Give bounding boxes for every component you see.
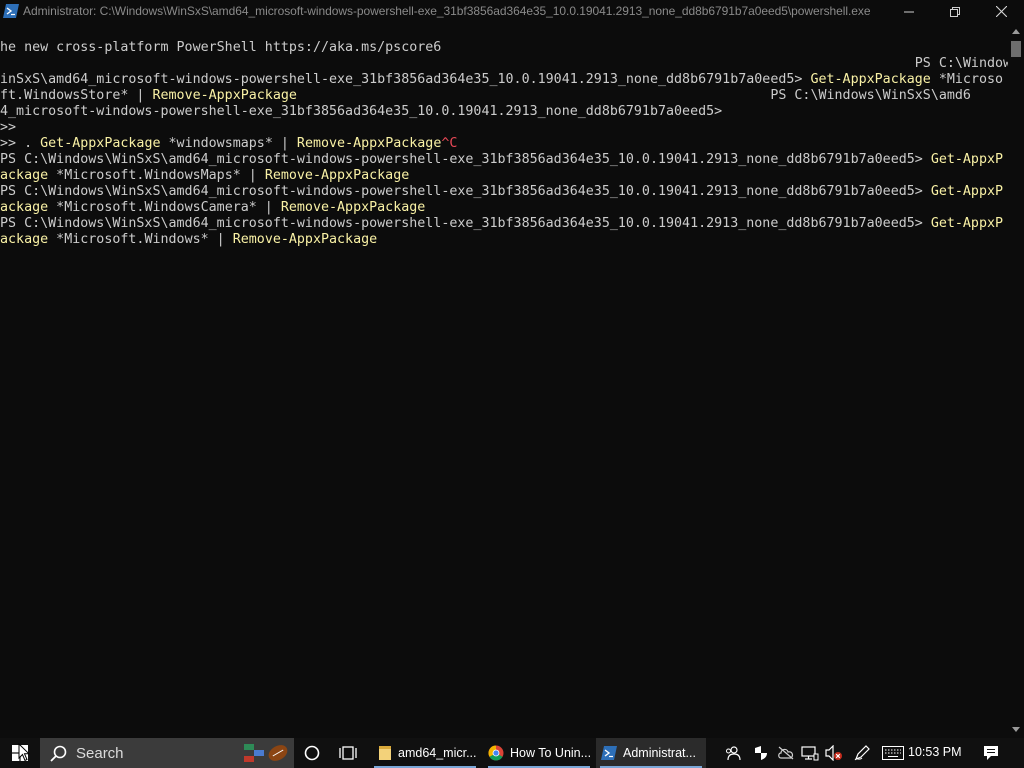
- search-icon: [50, 745, 67, 762]
- action-center-button[interactable]: [978, 738, 1004, 768]
- console-line: he new cross-platform PowerShell https:/…: [0, 40, 441, 56]
- close-icon: [995, 6, 1007, 17]
- console-text: Remove-AppxPackage: [232, 232, 378, 247]
- console-line: inSxS\amd64_microsoft-windows-powershell…: [0, 72, 1003, 88]
- console-text: >>: [0, 120, 17, 135]
- network-icon: [801, 746, 819, 761]
- cloud-offline-icon: [778, 746, 794, 760]
- task-label: How To Unin...: [510, 746, 592, 760]
- task-label: Administrat...: [623, 746, 696, 760]
- console-line: PS C:\Windows\WinSxS\amd64_microsoft-win…: [0, 216, 1003, 232]
- console-line: PS C:\Windows\WinSxS\amd64_microsoft-win…: [0, 184, 1003, 200]
- task-view-icon: [339, 746, 357, 760]
- network-tray-button[interactable]: [800, 738, 820, 768]
- console-text: PS C:\Windows\W: [0, 56, 1024, 71]
- console-line: >> . Get-AppxPackage *windowsmaps* | Rem…: [0, 136, 457, 152]
- console-text: Get-AppxP: [930, 184, 1004, 199]
- powershell-icon: [3, 4, 19, 18]
- console-text: PS C:\Windows\WinSxS\amd64_microsoft-win…: [0, 216, 931, 231]
- console-text: 4_microsoft-windows-powershell-exe_31bf3…: [0, 104, 723, 119]
- people-button[interactable]: [722, 738, 744, 768]
- console-text: ackage: [0, 168, 49, 183]
- console-text: Remove-AppxPackage: [296, 136, 442, 151]
- console-text: Try t: [0, 24, 1024, 39]
- chrome-icon: [488, 745, 504, 761]
- console-text: Remove-AppxPackage: [152, 88, 297, 103]
- console-line: 4_microsoft-windows-powershell-exe_31bf3…: [0, 104, 722, 120]
- pen-icon: [854, 745, 870, 761]
- pen-workspace-button[interactable]: [851, 738, 873, 768]
- keyboard-icon: [882, 746, 904, 760]
- console-text: Remove-AppxPackage: [264, 168, 410, 183]
- speaker-muted-icon: [825, 745, 842, 761]
- taskbar-item-chrome[interactable]: How To Unin...: [484, 738, 594, 768]
- console-text: >> .: [0, 136, 41, 151]
- onedrive-tray-button[interactable]: [776, 738, 796, 768]
- search-label: Search: [76, 745, 124, 762]
- folder-icon: [379, 746, 391, 760]
- console-line: >>: [0, 120, 16, 136]
- close-button[interactable]: [978, 0, 1024, 23]
- scroll-down-icon[interactable]: [1012, 727, 1020, 732]
- mouse-cursor-icon: [18, 743, 30, 762]
- people-icon: [726, 746, 741, 761]
- console-text: PS C:\Windows\WinSxS\amd64_microsoft-win…: [0, 152, 931, 167]
- console-text: *Microsoft.WindowsMaps* |: [48, 168, 265, 183]
- title-bar[interactable]: Administrator: C:\Windows\WinSxS\amd64_m…: [0, 0, 1024, 23]
- console-text: inSxS\amd64_microsoft-windows-powershell…: [0, 72, 811, 87]
- taskbar: Search amd64_micr... How To Unin... Admi…: [0, 738, 1024, 768]
- console-text: Get-AppxPackage: [40, 136, 161, 151]
- console-text: *Microso: [930, 72, 1004, 87]
- restore-icon: [950, 6, 960, 17]
- console-line: ackage *Microsoft.WindowsCamera* | Remov…: [0, 200, 425, 216]
- console-line: Try t: [0, 24, 1024, 40]
- scroll-up-icon[interactable]: [1012, 29, 1020, 34]
- task-label: amd64_micr...: [398, 746, 477, 760]
- console-text: *windowsmaps* |: [160, 136, 297, 151]
- console-text: PS C:\Windows\WinSxS\amd6: [296, 88, 971, 103]
- console-line: ackage *Microsoft.WindowsMaps* | Remove-…: [0, 168, 409, 184]
- console-line: ackage *Microsoft.Windows* | Remove-Appx…: [0, 232, 377, 248]
- shield-icon: [755, 746, 767, 760]
- touch-keyboard-button[interactable]: [880, 738, 906, 768]
- console-text: Get-AppxP: [930, 216, 1004, 231]
- taskbar-item-powershell[interactable]: Administrat...: [596, 738, 706, 768]
- console-text: Get-AppxPackage: [810, 72, 931, 87]
- search-box[interactable]: Search: [40, 738, 294, 768]
- console-text: ^C: [441, 136, 458, 151]
- security-tray-button[interactable]: [751, 738, 771, 768]
- console-line: PS C:\Windows\W: [0, 56, 1024, 72]
- window-title: Administrator: C:\Windows\WinSxS\amd64_m…: [23, 4, 871, 18]
- powershell-icon: [601, 746, 617, 760]
- minimize-icon: [904, 11, 914, 12]
- taskbar-clock[interactable]: 10:53 PM: [908, 745, 962, 759]
- task-view-button[interactable]: [333, 738, 363, 768]
- console-text: he new cross-platform PowerShell https:/…: [0, 40, 442, 55]
- minimize-button[interactable]: [886, 0, 932, 23]
- restore-button[interactable]: [932, 0, 978, 23]
- console-text: ackage: [0, 232, 49, 247]
- notification-icon: [984, 746, 998, 760]
- console-output[interactable]: Try t he new cross-platform PowerShell ht…: [0, 23, 1024, 738]
- console-text: Remove-AppxPackage: [280, 200, 426, 215]
- scroll-thumb[interactable]: [1011, 41, 1021, 57]
- taskbar-item-explorer[interactable]: amd64_micr...: [370, 738, 480, 768]
- vertical-scrollbar[interactable]: [1008, 23, 1024, 738]
- cortana-button[interactable]: [297, 738, 327, 768]
- cortana-icon: [304, 745, 320, 761]
- console-text: PS C:\Windows\WinSxS\amd64_microsoft-win…: [0, 184, 931, 199]
- console-text: ackage: [0, 200, 49, 215]
- volume-tray-button[interactable]: [824, 738, 844, 768]
- console-text: ft.WindowsStore* |: [0, 88, 153, 103]
- console-line: PS C:\Windows\WinSxS\amd64_microsoft-win…: [0, 152, 1003, 168]
- console-line: ft.WindowsStore* | Remove-AppxPackage PS…: [0, 88, 971, 104]
- console-text: *Microsoft.Windows* |: [48, 232, 233, 247]
- console-text: Get-AppxP: [930, 152, 1004, 167]
- search-highlight-icon: [244, 744, 288, 762]
- console-text: *Microsoft.WindowsCamera* |: [48, 200, 281, 215]
